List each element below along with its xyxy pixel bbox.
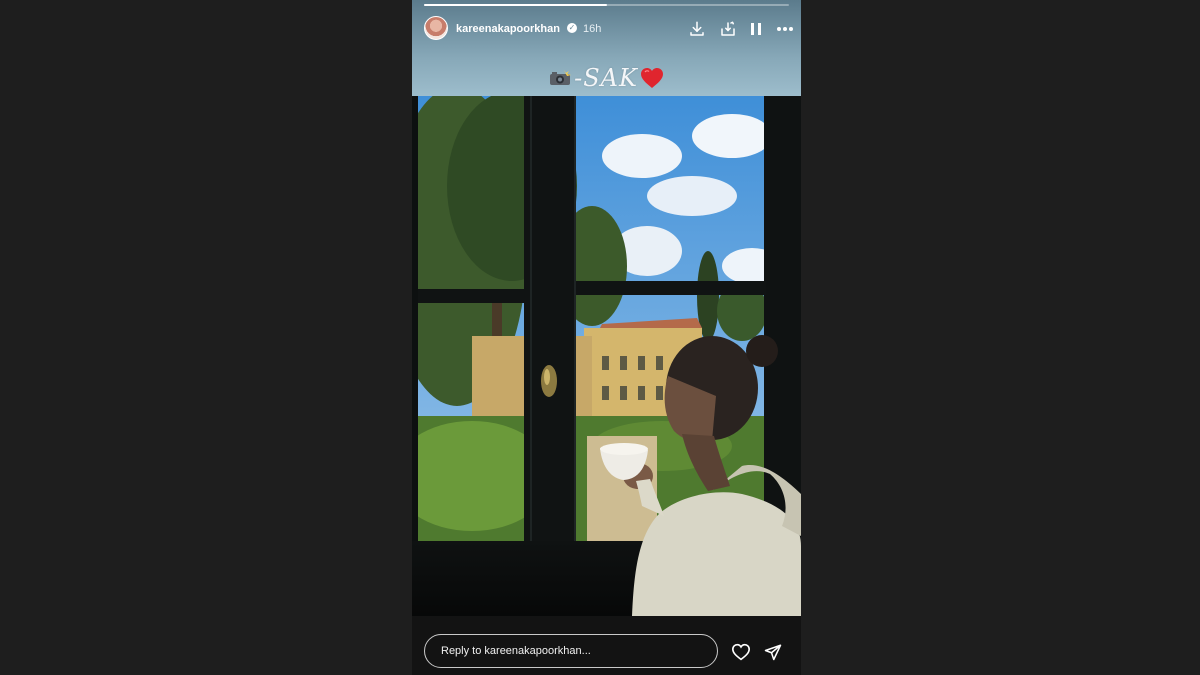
story-header: kareenakapoorkhan ✓ 16h (424, 14, 793, 44)
save-to-collection-icon (721, 21, 735, 36)
send-button[interactable] (762, 641, 784, 663)
send-icon (764, 644, 782, 661)
download-icon (690, 21, 704, 36)
story-photo[interactable] (412, 96, 801, 616)
red-heart-icon (640, 67, 663, 88)
story-viewer: kareenakapoorkhan ✓ 16h -SAK Reply to ka… (412, 0, 801, 675)
download-button[interactable] (687, 19, 707, 39)
heart-icon (731, 643, 751, 661)
username[interactable]: kareenakapoorkhan (456, 23, 560, 35)
more-options-icon (777, 27, 793, 31)
pause-icon (751, 23, 761, 35)
like-button[interactable] (730, 641, 752, 663)
story-photo-image (412, 96, 801, 616)
story-timestamp: 16h (583, 23, 602, 35)
verified-badge-icon: ✓ (567, 23, 577, 33)
more-options-button[interactable] (775, 19, 795, 39)
reply-input[interactable] (424, 634, 718, 668)
story-reply-bar (412, 616, 801, 675)
avatar[interactable] (424, 16, 448, 40)
story-caption: -SAK (412, 64, 801, 92)
pause-button[interactable] (746, 19, 766, 39)
story-progress-bar (424, 4, 789, 6)
story-header-area: kareenakapoorkhan ✓ 16h -SAK (412, 0, 801, 96)
camera-flash-icon (550, 69, 572, 85)
caption-text: -SAK (574, 64, 638, 92)
save-to-collection-button[interactable] (718, 19, 738, 39)
story-progress-fill (424, 4, 607, 6)
